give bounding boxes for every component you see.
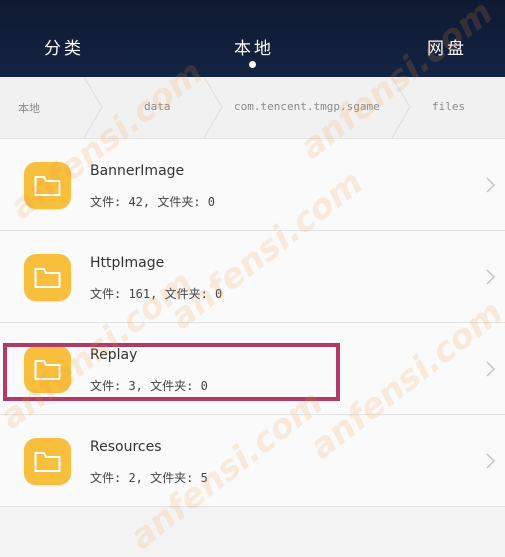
highlight-box [3,343,340,401]
folder-list: BannerImage 文件: 42, 文件夹: 0 HttpImage 文件:… [0,139,505,507]
breadcrumb-item-files[interactable]: files [432,100,465,113]
folder-info: 文件: 161, 文件夹: 0 [90,287,223,301]
tab-local[interactable]: 本地 [234,34,274,59]
folder-info: 文件: 2, 文件夹: 5 [90,471,208,485]
breadcrumb-item-local[interactable]: 本地 [18,100,40,116]
chevron-right-icon [486,177,495,193]
tab-category[interactable]: 分类 [44,34,84,59]
folder-name: HttpImage [90,255,165,271]
folder-icon [24,254,71,301]
folder-info: 文件: 42, 文件夹: 0 [90,195,216,209]
breadcrumb-separator-icon [83,77,103,138]
folder-name: BannerImage [90,163,185,179]
active-tab-indicator [249,61,256,68]
breadcrumb-separator-icon [391,77,411,138]
list-item-bannerimage[interactable]: BannerImage 文件: 42, 文件夹: 0 [0,139,505,231]
chevron-right-icon [486,269,495,285]
breadcrumb-item-data[interactable]: data [144,100,171,113]
breadcrumb-separator-icon [203,77,223,138]
folder-icon [24,438,71,485]
breadcrumb-item-package[interactable]: com.tencent.tmgp.sgame [234,100,380,113]
breadcrumb: 本地 data com.tencent.tmgp.sgame files [0,77,505,139]
top-tab-bar: 分类 本地 网盘 [0,0,505,77]
tab-cloud[interactable]: 网盘 [427,34,467,59]
folder-icon [24,162,71,209]
folder-name: Resources [90,439,162,455]
chevron-right-icon [486,361,495,377]
list-item-httpimage[interactable]: HttpImage 文件: 161, 文件夹: 0 [0,231,505,323]
chevron-right-icon [486,453,495,469]
list-item-resources[interactable]: Resources 文件: 2, 文件夹: 5 [0,415,505,507]
